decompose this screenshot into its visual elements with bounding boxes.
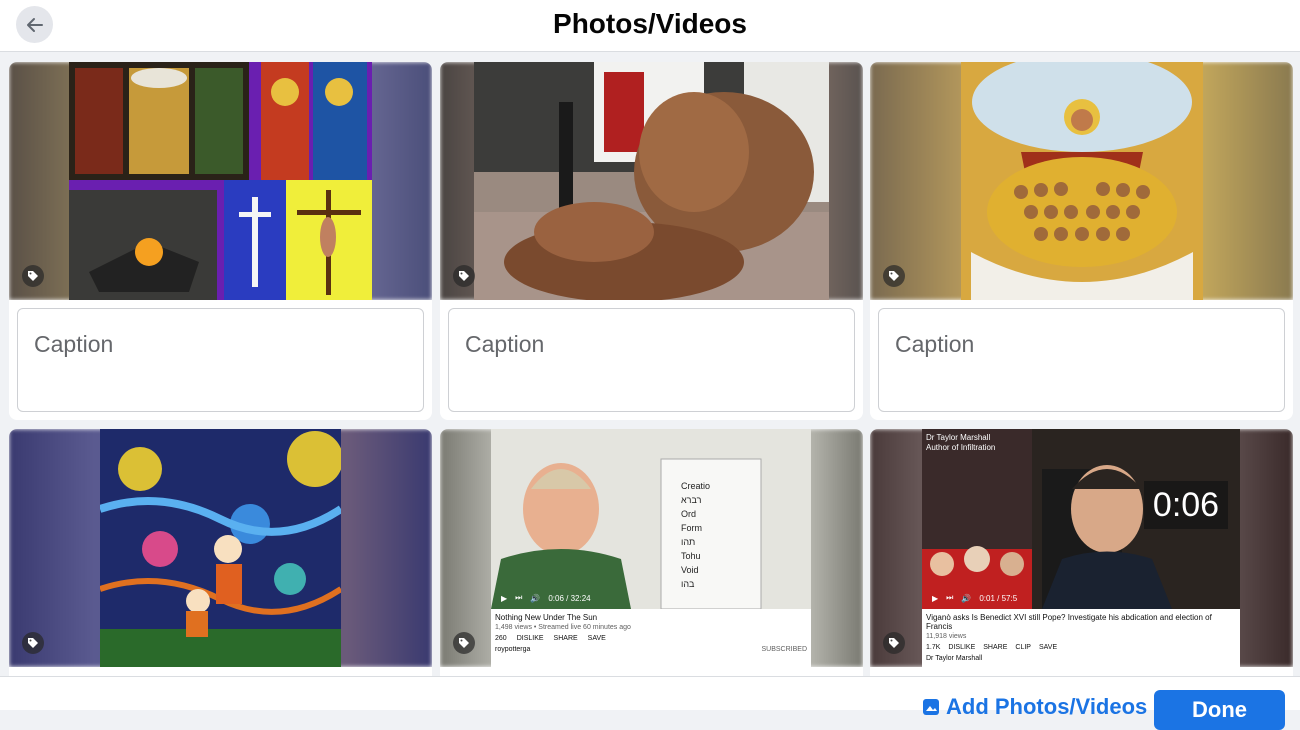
video-info: Nothing New Under The Sun 1,498 views • … bbox=[491, 609, 811, 667]
video-controls: ▶ ⏭ 🔊 0:06 / 32:24 bbox=[491, 587, 811, 609]
channel-name: Dr Taylor Marshall bbox=[926, 655, 983, 662]
subscribed-label: SUBSCRIBED bbox=[761, 646, 807, 653]
share-label: SHARE bbox=[553, 635, 578, 642]
footer: Add Photos/Videos Done bbox=[0, 676, 1300, 730]
book-overlay: Dr Taylor Marshall Author of Infiltratio… bbox=[926, 433, 995, 453]
play-icon[interactable]: ▶ bbox=[932, 594, 938, 603]
video-time: 0:06 / 32:24 bbox=[548, 593, 591, 603]
caption-input[interactable]: Caption bbox=[448, 308, 855, 412]
tag-icon[interactable] bbox=[453, 632, 475, 654]
video-meta: 1,498 views • Streamed live 60 minutes a… bbox=[495, 624, 631, 631]
icon-painting-image bbox=[961, 62, 1203, 300]
media-card: Creatio רברא Ord Form תהו Tohu Void בהו … bbox=[440, 429, 863, 689]
video-duration: 0:06 bbox=[1144, 481, 1228, 529]
play-icon[interactable]: ▶ bbox=[501, 594, 507, 603]
media-thumbnail[interactable] bbox=[9, 62, 432, 300]
book-title: Author of Infiltration bbox=[926, 443, 996, 452]
dislike-label: DISLIKE bbox=[948, 644, 976, 651]
starry-night-image bbox=[100, 429, 341, 667]
lion-statue-image bbox=[474, 62, 829, 300]
video-screenshot: Dr Taylor Marshall Author of Infiltratio… bbox=[922, 429, 1240, 667]
volume-icon[interactable]: 🔊 bbox=[961, 594, 971, 603]
add-photos-videos-button[interactable]: Add Photos/Videos bbox=[922, 694, 1147, 720]
add-photos-videos-label: Add Photos/Videos bbox=[946, 694, 1148, 719]
save-label: SAVE bbox=[1038, 644, 1058, 651]
tag-icon[interactable] bbox=[22, 632, 44, 654]
video-info: Viganò asks Is Benedict XVI still Pope? … bbox=[922, 609, 1240, 667]
book-author: Dr Taylor Marshall bbox=[926, 433, 991, 442]
media-thumbnail[interactable] bbox=[870, 62, 1293, 300]
dislike-label: DISLIKE bbox=[516, 635, 544, 642]
channel-name: roypotterga bbox=[495, 646, 531, 653]
add-photo-icon bbox=[923, 699, 939, 715]
video-screenshot: Creatio רברא Ord Form תהו Tohu Void בהו … bbox=[491, 429, 811, 667]
caption-input[interactable]: Caption bbox=[878, 308, 1285, 412]
video-title: Nothing New Under The Sun bbox=[495, 613, 598, 622]
video-meta: 11,918 views bbox=[926, 633, 967, 640]
caption-input[interactable]: Caption bbox=[17, 308, 424, 412]
clip-label: CLIP bbox=[1015, 644, 1031, 651]
collage-image bbox=[69, 62, 372, 300]
video-frame-image bbox=[491, 429, 811, 610]
media-card bbox=[9, 429, 432, 689]
tag-icon[interactable] bbox=[883, 265, 905, 287]
video-controls: ▶ ⏭ 🔊 0:01 / 57:5 bbox=[922, 587, 1240, 609]
share-label: SHARE bbox=[983, 644, 1008, 651]
media-thumbnail[interactable] bbox=[9, 429, 432, 667]
like-count: 1.7K bbox=[926, 644, 941, 651]
like-count: 260 bbox=[495, 635, 507, 642]
media-thumbnail[interactable] bbox=[440, 62, 863, 300]
media-card: Caption bbox=[870, 62, 1293, 420]
tag-icon[interactable] bbox=[453, 265, 475, 287]
video-title: Viganò asks Is Benedict XVI still Pope? … bbox=[926, 613, 1212, 631]
media-card: Dr Taylor Marshall Author of Infiltratio… bbox=[870, 429, 1293, 689]
next-icon[interactable]: ⏭ bbox=[515, 593, 522, 603]
tag-icon[interactable] bbox=[22, 265, 44, 287]
media-card: Caption bbox=[440, 62, 863, 420]
whiteboard-text: Creatio רברא Ord Form תהו Tohu Void בהו bbox=[681, 481, 711, 589]
tag-icon[interactable] bbox=[883, 632, 905, 654]
next-icon[interactable]: ⏭ bbox=[946, 593, 953, 603]
done-button[interactable]: Done bbox=[1154, 690, 1285, 730]
page-title: Photos/Videos bbox=[553, 8, 747, 39]
volume-icon[interactable]: 🔊 bbox=[530, 594, 540, 603]
media-thumbnail[interactable]: Creatio רברא Ord Form תהו Tohu Void בהו … bbox=[440, 429, 863, 667]
media-card: Caption bbox=[9, 62, 432, 420]
header: Photos/Videos bbox=[0, 0, 1300, 52]
media-thumbnail[interactable]: Dr Taylor Marshall Author of Infiltratio… bbox=[870, 429, 1293, 667]
video-time: 0:01 / 57:5 bbox=[979, 593, 1018, 603]
save-label: SAVE bbox=[587, 635, 606, 642]
